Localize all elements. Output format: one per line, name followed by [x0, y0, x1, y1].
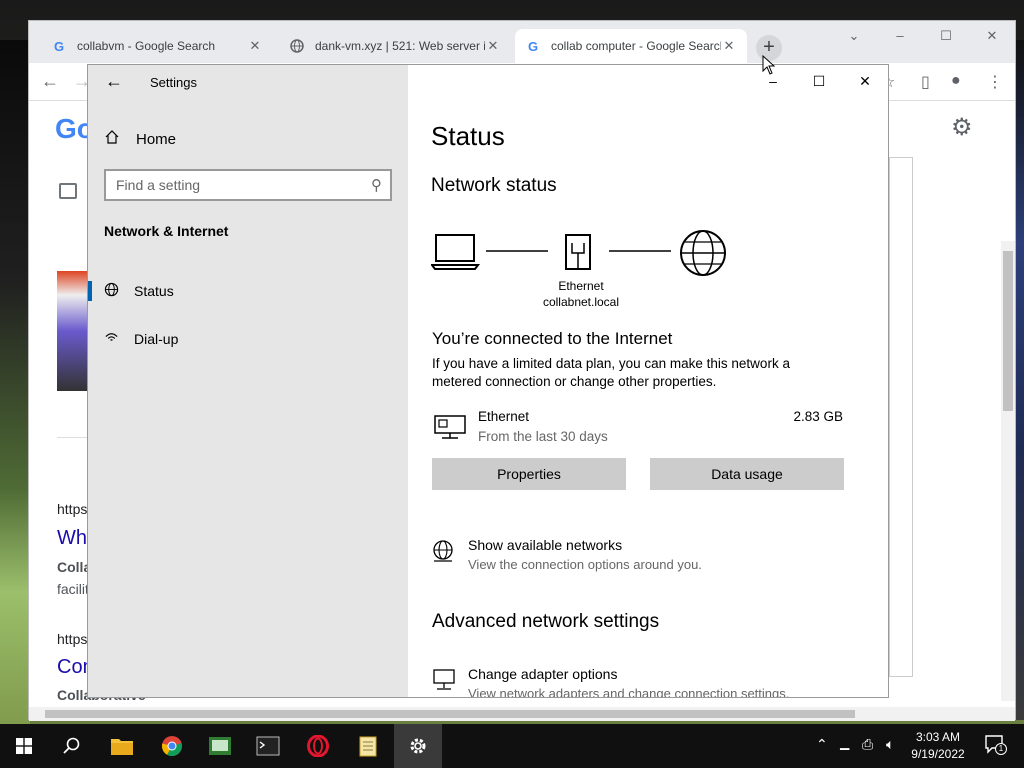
show-networks-subtitle: View the connection options around you.: [468, 557, 702, 572]
scrollbar-thumb[interactable]: [1003, 251, 1013, 411]
google-g-icon: G: [53, 38, 65, 54]
action-center-icon[interactable]: 1: [984, 734, 1007, 755]
chrome-menu-icon[interactable]: ⋮: [987, 72, 1003, 92]
minimize-button[interactable]: –: [877, 21, 923, 51]
gear-icon[interactable]: ⚙: [951, 113, 973, 142]
properties-button[interactable]: Properties: [432, 458, 626, 490]
nav-label: Dial-up: [134, 331, 179, 347]
tab-title: collabvm - Google Search: [77, 39, 216, 53]
horizontal-scrollbar[interactable]: [29, 707, 1015, 721]
globe-icon: [680, 230, 726, 276]
notification-count: 1: [995, 743, 1007, 755]
data-usage-value: 2.83 GB: [793, 409, 843, 424]
home-nav-item[interactable]: Home: [104, 129, 176, 150]
nav-label: Status: [134, 283, 174, 299]
change-adapter-link[interactable]: Change adapter options: [468, 666, 617, 682]
network-adapter-icon: [431, 667, 457, 697]
adapter-label: Ethernet: [558, 279, 604, 293]
windows-start-icon[interactable]: [0, 724, 48, 768]
find-setting-search[interactable]: ⚲: [104, 169, 392, 201]
settings-sidebar: ← Settings Home ⚲ Network & Internet Sta…: [88, 65, 408, 697]
browser-tab-3-active[interactable]: G collab computer - Google Search ✕: [515, 29, 747, 63]
google-g-icon: G: [527, 38, 539, 54]
search-icon[interactable]: ⚲: [371, 176, 382, 194]
clock-time: 3:03 AM: [915, 730, 961, 744]
file-explorer-icon[interactable]: [98, 724, 146, 768]
tab-title: collab computer - Google Search: [551, 39, 721, 53]
search-icon[interactable]: [48, 724, 96, 768]
ethernet-adapter-icon: [433, 413, 467, 446]
notepad-icon[interactable]: [344, 724, 392, 768]
cmd-icon[interactable]: [244, 724, 292, 768]
home-label: Home: [136, 131, 177, 148]
network-name-label: collabnet.local: [542, 295, 620, 309]
usage-period: From the last 30 days: [478, 429, 608, 444]
adapter-name: Ethernet: [478, 409, 530, 424]
dialup-icon: [88, 330, 134, 348]
mouse-cursor-icon: [762, 55, 776, 75]
back-arrow-icon[interactable]: ←: [41, 71, 59, 92]
search-input[interactable]: [116, 177, 356, 193]
laptop-icon: [431, 234, 480, 270]
settings-window: ← Settings Home ⚲ Network & Internet Sta…: [87, 64, 889, 698]
close-tab-icon[interactable]: ✕: [721, 38, 737, 54]
wallpaper-left: [0, 40, 30, 724]
globe-icon: [289, 38, 305, 54]
ethernet-port-icon: [565, 234, 591, 270]
result-snippet: facilit: [57, 581, 89, 597]
browser-tab-2[interactable]: dank-vm.xyz | 521: Web server is ✕: [279, 29, 511, 63]
tab-title: dank-vm.xyz | 521: Web server is: [315, 39, 485, 53]
advanced-heading: Advanced network settings: [432, 611, 660, 632]
data-usage-button[interactable]: Data usage: [650, 458, 844, 490]
globe-icon: [431, 539, 455, 570]
show-networks-link[interactable]: Show available networks: [468, 537, 622, 553]
page-title: Status: [431, 121, 505, 151]
section-title: Network & Internet: [104, 223, 229, 239]
connected-description: If you have a limited data plan, you can…: [432, 356, 790, 389]
chevron-up-icon[interactable]: ⌃: [816, 736, 828, 753]
back-arrow-icon[interactable]: ←: [105, 71, 123, 92]
profile-avatar-icon[interactable]: ●: [951, 72, 961, 90]
close-button[interactable]: ✕: [969, 21, 1015, 51]
images-icon[interactable]: [59, 183, 77, 199]
taskbar: ⌃ ▁ ⎙ 🔈︎ 3:03 AM 9/19/2022 1: [0, 724, 1024, 768]
tab-strip: G collabvm - Google Search ✕ dank-vm.xyz…: [29, 21, 1015, 63]
network-status-heading: Network status: [431, 175, 557, 196]
side-panel: [889, 157, 913, 677]
ethernet-tray-icon[interactable]: ⎙: [862, 736, 873, 753]
side-panel-icon[interactable]: ▯: [921, 72, 930, 92]
system-clock[interactable]: 3:03 AM 9/19/2022: [902, 729, 974, 763]
clock-date: 9/19/2022: [911, 747, 965, 761]
nav-item-dial-up[interactable]: Dial-up: [88, 319, 408, 359]
globe-icon: [88, 282, 134, 300]
settings-icon[interactable]: [394, 724, 442, 768]
close-tab-icon[interactable]: ✕: [485, 38, 501, 54]
close-tab-icon[interactable]: ✕: [247, 38, 263, 54]
vertical-scrollbar[interactable]: [1001, 241, 1015, 701]
terminal-icon[interactable]: [196, 724, 244, 768]
connected-heading: You’re connected to the Internet: [432, 329, 673, 348]
home-icon: [104, 129, 136, 150]
tab-search-icon[interactable]: ⌄: [831, 21, 877, 51]
browser-tab-1[interactable]: G collabvm - Google Search ✕: [41, 29, 273, 63]
chrome-icon[interactable]: [148, 724, 196, 768]
opera-icon[interactable]: [294, 724, 342, 768]
change-adapter-subtitle: View network adapters and change connect…: [468, 686, 790, 698]
network-diagram: Ethernet collabnet.local: [431, 225, 751, 315]
scrollbar-thumb[interactable]: [45, 710, 855, 718]
maximize-button[interactable]: ☐: [923, 21, 969, 51]
window-title: Settings: [150, 75, 197, 90]
status-content: Status Network status Ethernet collabnet…: [431, 65, 871, 697]
volume-icon[interactable]: 🔈︎: [886, 736, 894, 753]
nav-item-status[interactable]: Status: [88, 271, 408, 311]
network-tray-icon[interactable]: ▁: [840, 736, 849, 750]
